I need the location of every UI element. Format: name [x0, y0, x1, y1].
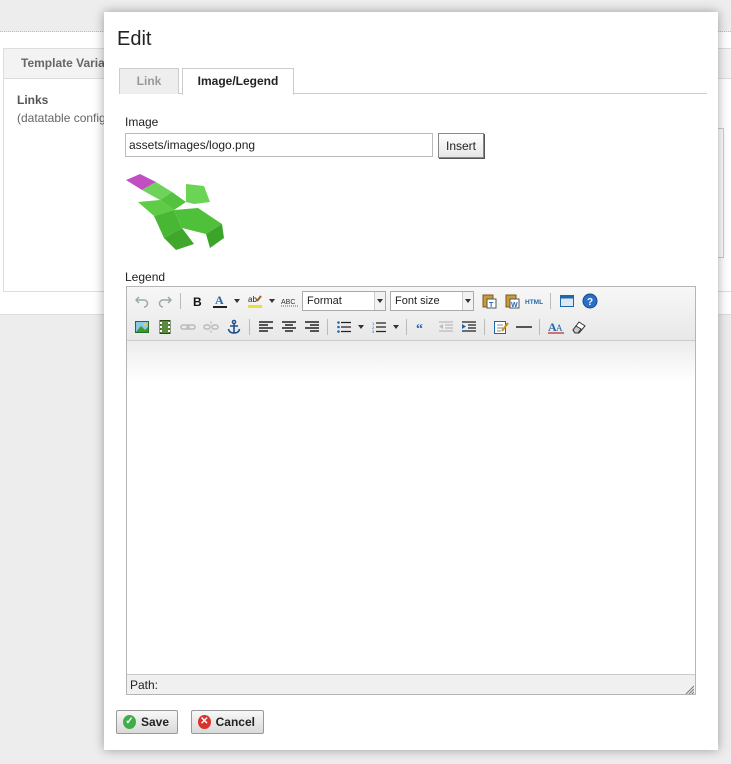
toolbar-separator — [484, 319, 485, 335]
paste-text-icon[interactable]: T — [478, 291, 499, 311]
text-color-icon[interactable]: A — [209, 291, 230, 311]
save-button[interactable]: ✓ Save — [116, 710, 178, 734]
svg-text:B: B — [193, 295, 202, 308]
save-button-label: Save — [140, 715, 169, 729]
close-icon: ✕ — [198, 715, 211, 729]
indent-icon[interactable] — [458, 317, 479, 337]
cancel-button[interactable]: ✕ Cancel — [191, 710, 264, 734]
help-icon[interactable]: ? — [579, 291, 600, 311]
image-preview — [124, 172, 224, 252]
cancel-button-label: Cancel — [215, 715, 255, 729]
bullet-list-dropdown-icon[interactable] — [356, 317, 366, 337]
template-variables-title: Template Varia — [21, 56, 105, 70]
highlight-dropdown-icon[interactable] — [267, 291, 277, 311]
align-left-icon[interactable] — [255, 317, 276, 337]
tab-image-legend[interactable]: Image/Legend — [182, 68, 294, 95]
tab-bar: Link Image/Legend — [119, 68, 707, 95]
svg-text:A: A — [215, 293, 224, 307]
font-size-select[interactable]: Font size — [390, 291, 474, 311]
toolbar-separator — [327, 319, 328, 335]
redo-icon[interactable] — [154, 291, 175, 311]
undo-icon[interactable] — [131, 291, 152, 311]
chevron-down-icon — [374, 292, 385, 310]
path-label: Path: — [130, 678, 159, 692]
link-icon[interactable] — [177, 317, 198, 337]
editor-toolbar: B A ab ABC Format Font size T W HTML ? 1… — [127, 287, 695, 341]
fullscreen-icon[interactable] — [556, 291, 577, 311]
numbered-list-icon[interactable]: 123 — [368, 317, 389, 337]
tab-link[interactable]: Link — [119, 68, 179, 94]
styles-icon[interactable]: AA — [545, 317, 566, 337]
editor-content-area[interactable] — [127, 341, 695, 674]
font-size-select-value: Font size — [395, 295, 440, 307]
html-source-icon[interactable]: HTML — [524, 291, 545, 311]
format-select[interactable]: Format — [302, 291, 386, 311]
toolbar-row-1: B A ab ABC Format Font size T W HTML ? — [131, 289, 600, 313]
bold-icon[interactable]: B — [186, 291, 207, 311]
links-description: (datatable config — [17, 111, 106, 125]
spellcheck-icon[interactable]: ABC — [279, 291, 300, 311]
resize-handle-icon[interactable] — [684, 683, 695, 695]
outdent-icon[interactable] — [435, 317, 456, 337]
svg-text:W: W — [511, 302, 518, 309]
toolbar-row-2: 123 “ A A — [131, 315, 589, 339]
svg-text:ABC: ABC — [281, 299, 295, 306]
svg-text:?: ? — [587, 297, 593, 308]
image-path-input[interactable] — [125, 133, 433, 157]
align-center-icon[interactable] — [278, 317, 299, 337]
chevron-down-icon — [462, 292, 473, 310]
bullet-list-icon[interactable] — [333, 317, 354, 337]
legend-label: Legend — [125, 270, 166, 284]
toolbar-separator — [406, 319, 407, 335]
svg-text:“: “ — [416, 322, 423, 333]
dialog-title: Edit — [117, 28, 152, 50]
media-icon[interactable] — [154, 317, 175, 337]
links-label: Links — [17, 93, 49, 107]
blockquote-icon[interactable]: “ — [412, 317, 433, 337]
editor-path-bar: Path: — [127, 674, 695, 694]
svg-text:ab: ab — [248, 295, 257, 304]
text-color-dropdown-icon[interactable] — [232, 291, 242, 311]
toolbar-separator — [249, 319, 250, 335]
format-select-value: Format — [307, 295, 342, 307]
unlink-icon[interactable] — [200, 317, 221, 337]
numbered-list-dropdown-icon[interactable] — [391, 317, 401, 337]
anchor-icon[interactable] — [223, 317, 244, 337]
image-label: Image — [125, 115, 159, 129]
edit-dialog: Edit Link Image/Legend Image Insert Lege… — [104, 12, 718, 750]
insert-button[interactable]: Insert — [438, 133, 484, 158]
toolbar-separator — [539, 319, 540, 335]
svg-text:T: T — [489, 302, 494, 309]
svg-text:3: 3 — [372, 329, 375, 333]
check-icon: ✓ — [123, 715, 136, 729]
svg-text:A: A — [556, 323, 563, 333]
paste-word-icon[interactable]: W — [501, 291, 522, 311]
toolbar-separator — [180, 293, 181, 309]
align-right-icon[interactable] — [301, 317, 322, 337]
toolbar-separator — [550, 293, 551, 309]
clear-format-icon[interactable] — [568, 317, 589, 337]
highlight-color-icon[interactable]: ab — [244, 291, 265, 311]
html-button-label: HTML — [525, 299, 543, 306]
image-icon[interactable] — [131, 317, 152, 337]
legend-rich-text-editor: B A ab ABC Format Font size T W HTML ? 1… — [126, 286, 696, 695]
edit-icon[interactable] — [490, 317, 511, 337]
horizontal-rule-icon[interactable] — [513, 317, 534, 337]
